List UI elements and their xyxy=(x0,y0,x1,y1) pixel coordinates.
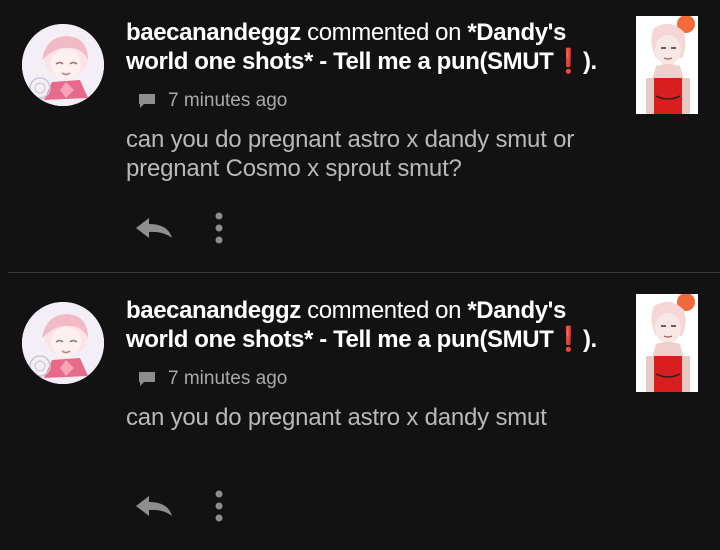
notification-headline[interactable]: baecanandeggz commented on *Dandy's worl… xyxy=(126,18,616,76)
notification-divider xyxy=(8,272,720,273)
notification-item[interactable]: baecanandeggz commented on *Dandy's worl… xyxy=(0,0,720,272)
username-link[interactable]: baecanandeggz xyxy=(126,19,301,46)
timestamp: 7 minutes ago xyxy=(168,368,288,389)
comment-text: can you do pregnant astro x dandy smut o… xyxy=(126,126,575,182)
more-options-button[interactable] xyxy=(208,486,230,526)
more-vertical-icon xyxy=(215,490,223,522)
story-cover-thumbnail[interactable] xyxy=(636,294,698,392)
notification-meta: 7 minutes ago xyxy=(138,88,287,114)
timestamp: 7 minutes ago xyxy=(168,90,288,111)
more-options-button[interactable] xyxy=(208,208,230,248)
story-cover-thumbnail[interactable] xyxy=(636,16,698,114)
user-avatar[interactable] xyxy=(22,24,104,106)
reply-button[interactable] xyxy=(133,213,175,243)
reply-arrow-icon xyxy=(136,496,172,516)
reply-button[interactable] xyxy=(133,491,175,521)
comment-bubble-icon xyxy=(139,94,155,108)
avatar-image xyxy=(22,24,104,106)
reply-arrow-icon xyxy=(136,218,172,238)
avatar-image xyxy=(22,302,104,384)
action-text: commented on xyxy=(300,297,468,324)
more-vertical-icon xyxy=(215,212,223,244)
alert-mark: ❗ xyxy=(553,326,583,353)
alert-mark: ❗ xyxy=(553,48,583,75)
story-cover-image xyxy=(636,294,698,392)
notification-meta: 7 minutes ago xyxy=(138,366,287,392)
title-end: ). xyxy=(582,48,597,75)
story-cover-image xyxy=(636,16,698,114)
action-text: commented on xyxy=(300,19,468,46)
title-end: ). xyxy=(582,326,597,353)
notification-headline[interactable]: baecanandeggz commented on *Dandy's worl… xyxy=(126,296,616,354)
username-link[interactable]: baecanandeggz xyxy=(126,297,301,324)
user-avatar[interactable] xyxy=(22,302,104,384)
comment-text: can you do pregnant astro x dandy smut xyxy=(126,404,547,431)
notification-item[interactable]: baecanandeggz commented on *Dandy's worl… xyxy=(0,278,720,550)
comment-bubble-icon xyxy=(139,372,155,386)
